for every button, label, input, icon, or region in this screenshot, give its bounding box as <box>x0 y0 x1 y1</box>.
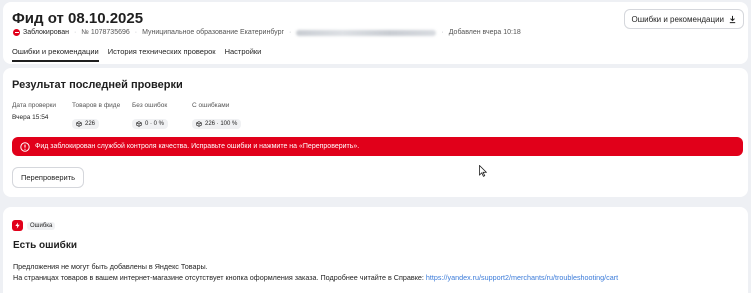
download-icon <box>729 15 736 23</box>
meta-separator: · <box>289 29 292 36</box>
stat-products-in-feed: Товаров в фиде 226 <box>72 102 132 132</box>
feed-header-card: Фид от 08.10.2025 Ошибки и рекомендации … <box>3 2 748 64</box>
blocked-alert-banner: Фид заблокирован службой контроля качест… <box>12 137 743 156</box>
bolt-icon <box>12 220 23 231</box>
stat-value: 226 <box>85 121 96 127</box>
stat-label: Дата проверки <box>12 102 57 109</box>
error-title: Есть ошибки <box>13 240 77 251</box>
feed-tabs: Ошибки и рекомендации История технически… <box>12 47 261 62</box>
tab-settings[interactable]: Настройки <box>225 47 262 62</box>
meta-separator: · <box>74 29 77 36</box>
stat-label: С ошибками <box>192 102 230 109</box>
alert-circle-icon <box>20 141 30 152</box>
page-title: Фид от 08.10.2025 <box>12 10 144 27</box>
cube-icon <box>196 121 202 127</box>
last-check-result-card: Результат последней проверки Дата провер… <box>3 68 748 197</box>
feed-number: № 1078735696 <box>81 29 130 36</box>
errors-recommendations-label: Ошибки и рекомендации <box>631 14 724 24</box>
stat-value: 226 · 100 % <box>205 121 238 127</box>
redacted-feed-url <box>296 29 437 36</box>
error-line-2: На страницах товаров в вашем интернет-ма… <box>13 272 618 283</box>
mouse-cursor-icon <box>479 165 487 177</box>
municipality: Муниципальное образование Екатеринбург <box>142 29 285 36</box>
status-label: Заблокирован <box>23 29 70 36</box>
result-title: Результат последней проверки <box>12 79 183 91</box>
error-tag: Ошибка <box>27 221 56 230</box>
stat-pill: 226 <box>72 119 100 129</box>
stat-check-date: Дата проверки Вчера 15:54 <box>12 102 72 132</box>
stat-with-errors: С ошибками 226 · 100 % <box>192 102 262 132</box>
error-details-card: Ошибка Есть ошибки Предложения не могут … <box>3 207 748 293</box>
error-line-1: Предложения не могут быть добавлены в Ян… <box>13 262 208 271</box>
stat-no-errors: Без ошибок 0 · 0 % <box>132 102 192 132</box>
stat-pill: 226 · 100 % <box>192 119 242 129</box>
check-stats: Дата проверки Вчера 15:54 Товаров в фиде… <box>12 102 262 132</box>
error-line-2-text: На страницах товаров в вашем интернет-ма… <box>13 273 426 282</box>
error-badge-row: Ошибка <box>12 220 56 231</box>
cube-icon <box>76 121 82 127</box>
stat-value: Вчера 15:54 <box>12 114 49 121</box>
errors-recommendations-button[interactable]: Ошибки и рекомендации <box>624 9 744 29</box>
tab-check-history[interactable]: История технических проверок <box>108 47 216 62</box>
stat-label: Товаров в фиде <box>72 102 121 109</box>
cube-icon <box>136 121 142 127</box>
meta-separator: · <box>134 29 138 36</box>
blocked-status-icon <box>13 29 20 36</box>
stat-value: 0 · 0 % <box>145 121 165 127</box>
recheck-button[interactable]: Перепроверить <box>12 167 85 188</box>
meta-separator: · <box>441 29 444 36</box>
help-link[interactable]: https://yandex.ru/support2/merchants/ru/… <box>426 273 618 282</box>
status-badge: Заблокирован <box>13 29 69 36</box>
error-description: Предложения не могут быть добавлены в Ян… <box>13 261 618 283</box>
stat-pill: 0 · 0 % <box>132 119 169 129</box>
alert-text: Фид заблокирован службой контроля качест… <box>35 143 360 150</box>
tab-errors-recommendations[interactable]: Ошибки и рекомендации <box>12 47 99 62</box>
feed-meta-row: Заблокирован · № 1078735696 · Муниципаль… <box>13 29 521 36</box>
stat-label: Без ошибок <box>132 102 168 109</box>
added-date: Добавлен вчера 10:18 <box>448 29 521 36</box>
